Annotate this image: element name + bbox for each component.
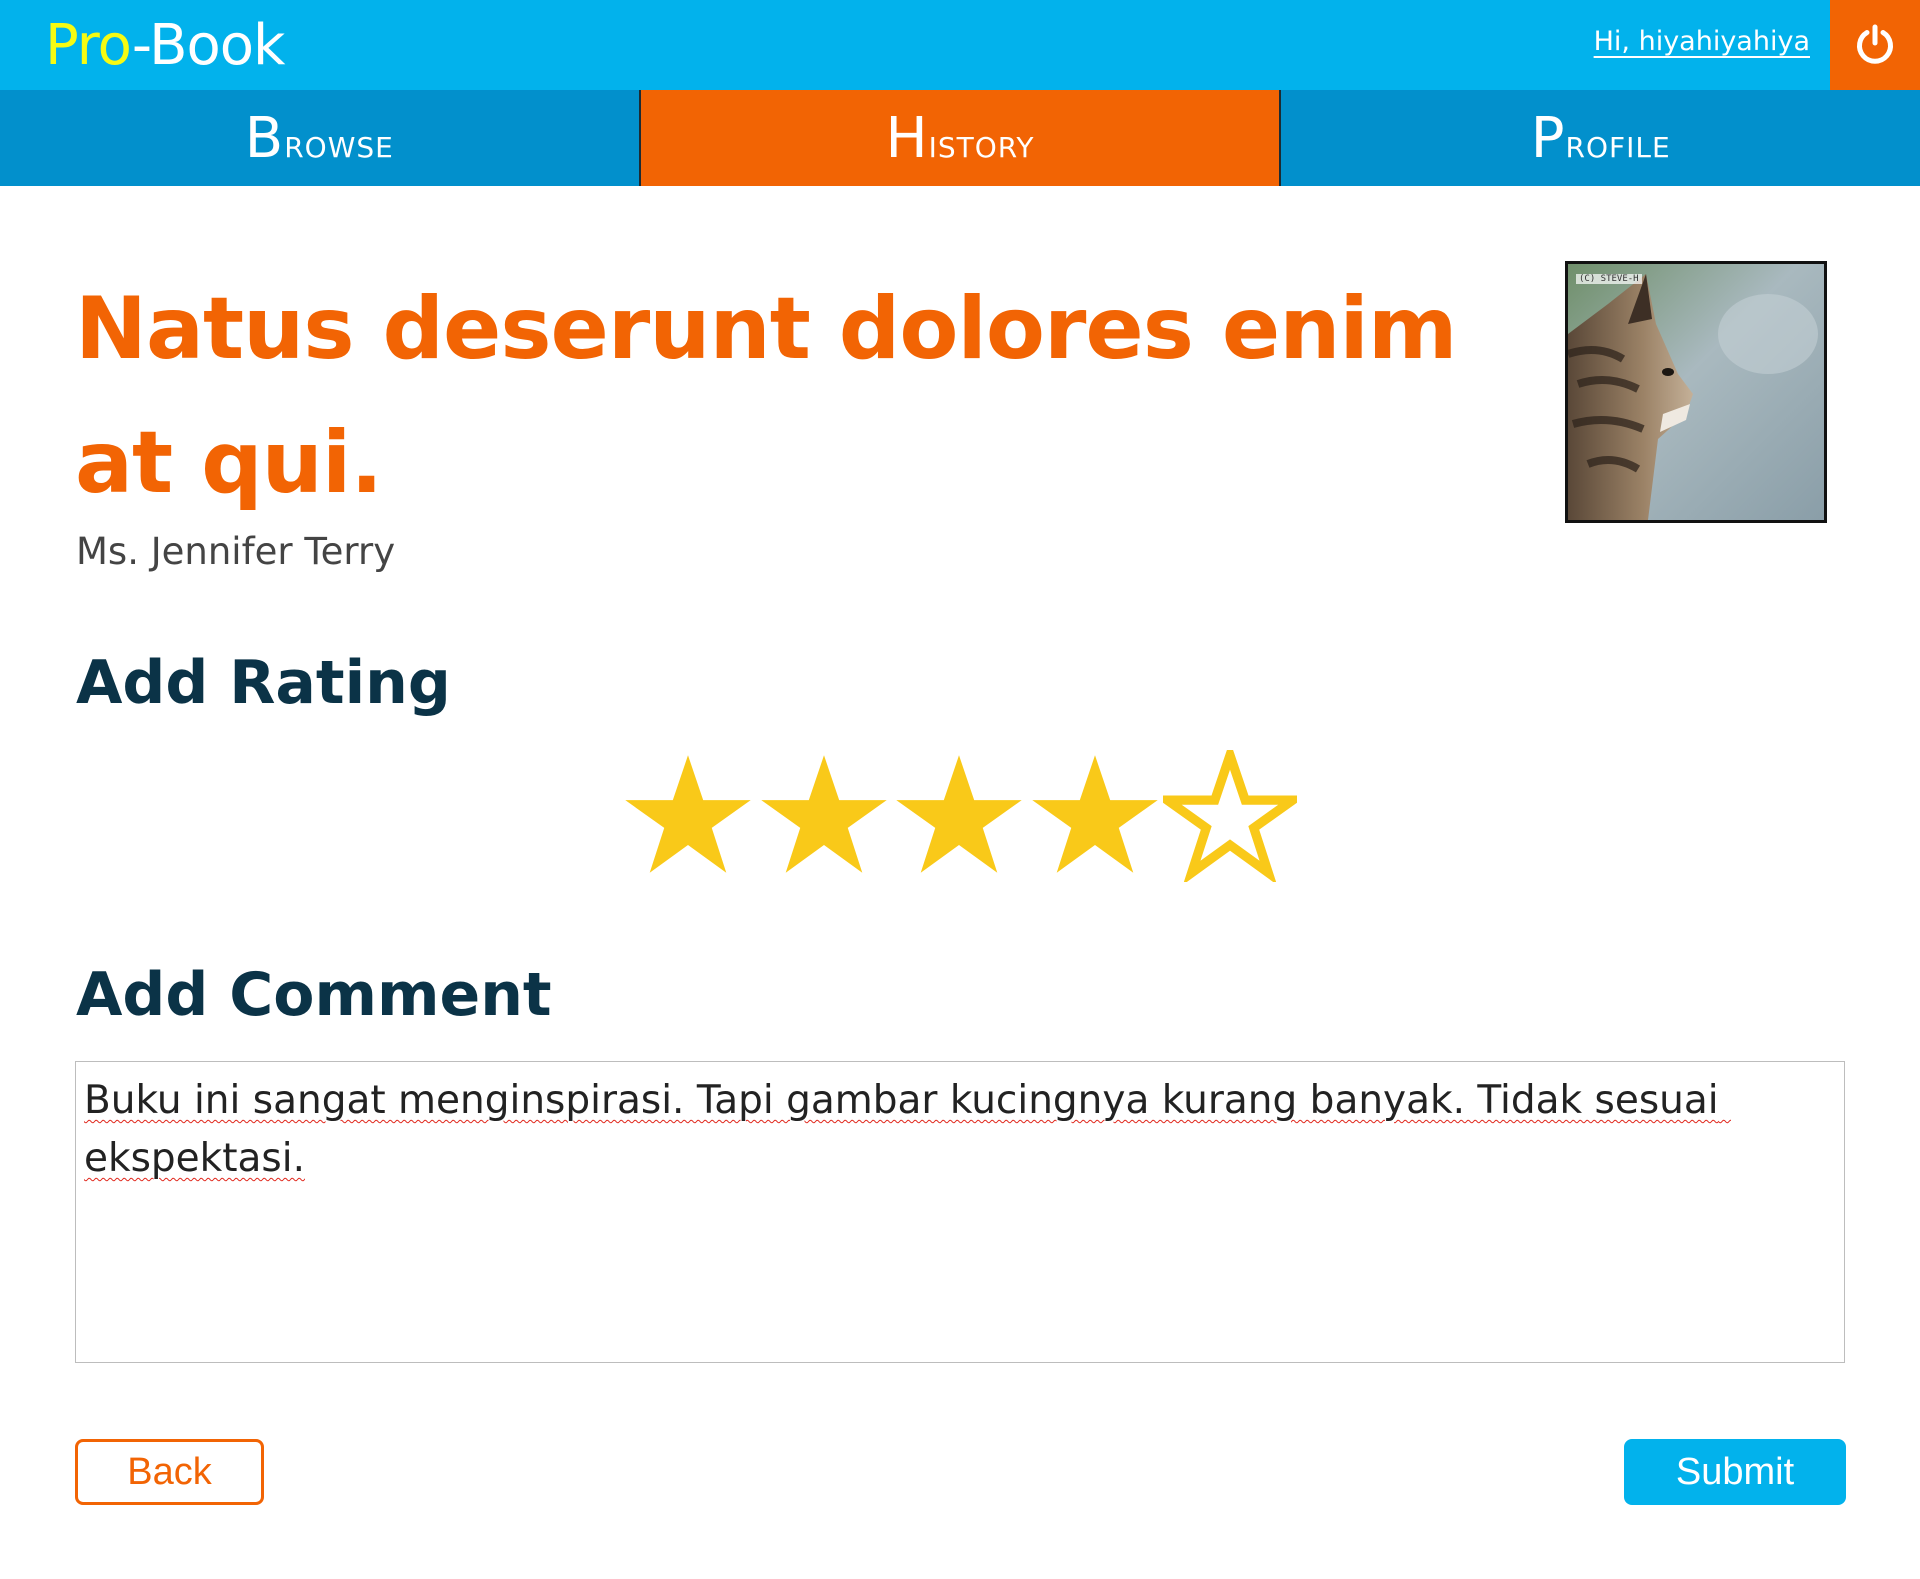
logout-button[interactable] — [1830, 0, 1920, 90]
tab-profile-label: Profile — [1530, 105, 1671, 171]
logo-book-text: -Book — [131, 13, 286, 78]
star-5-icon[interactable] — [1163, 750, 1297, 882]
submit-button[interactable]: Submit — [1624, 1439, 1846, 1505]
main-nav: Browse History Profile — [0, 90, 1920, 186]
star-rating — [621, 750, 1297, 882]
book-author: Ms. Jennifer Terry — [76, 530, 396, 573]
star-3-icon[interactable] — [892, 750, 1026, 882]
tab-history-label: History — [885, 105, 1035, 171]
add-comment-heading: Add Comment — [76, 960, 552, 1030]
user-greeting-link[interactable]: Hi, hiyahiyahiya — [1594, 26, 1810, 57]
top-bar: Pro-Book Hi, hiyahiyahiya — [0, 0, 1920, 90]
tab-browse[interactable]: Browse — [0, 90, 639, 186]
tab-history[interactable]: History — [638, 90, 1280, 186]
tab-profile[interactable]: Profile — [1279, 90, 1920, 186]
star-4-icon[interactable] — [1028, 750, 1162, 882]
comment-textarea[interactable]: Buku ini sangat menginspirasi. Tapi gamb… — [75, 1061, 1845, 1363]
cat-cover-picture — [1568, 264, 1824, 520]
add-rating-heading: Add Rating — [76, 648, 451, 718]
book-cover-image: (C) STEVE-H — [1565, 261, 1827, 523]
cover-watermark: (C) STEVE-H — [1576, 274, 1642, 284]
tab-browse-label: Browse — [244, 105, 394, 171]
star-1-icon[interactable] — [621, 750, 755, 882]
star-2-icon[interactable] — [757, 750, 891, 882]
book-title: Natus deserunt dolores enim at qui. — [75, 279, 1458, 513]
app-logo[interactable]: Pro-Book — [45, 13, 286, 78]
power-icon — [1857, 24, 1893, 64]
back-button[interactable]: Back — [75, 1439, 264, 1505]
logo-pro-text: Pro — [45, 13, 133, 78]
